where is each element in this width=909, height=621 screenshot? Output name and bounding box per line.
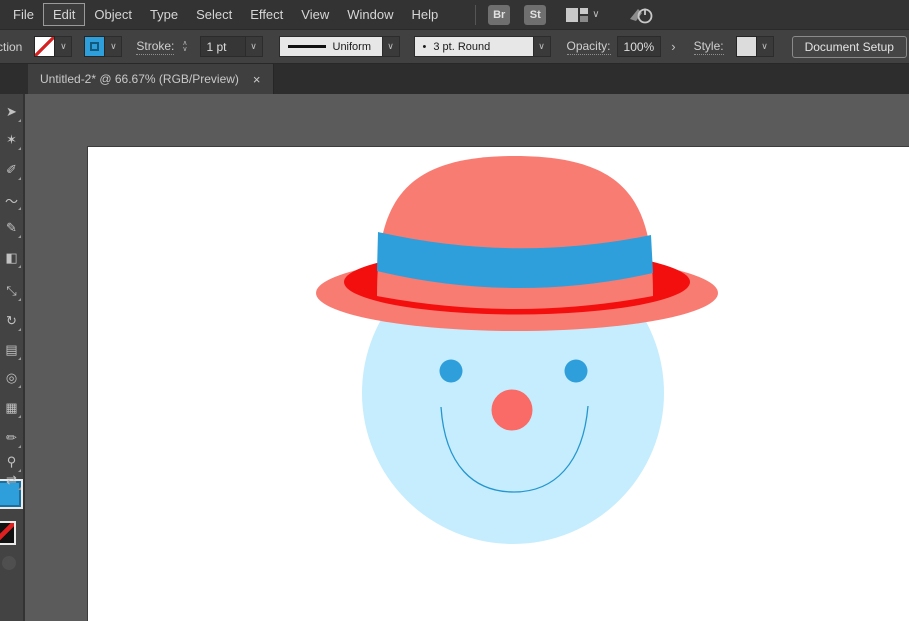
width-profile-dropdown-button[interactable]: ∨ (383, 36, 400, 57)
graphic-style-swatch[interactable] (736, 36, 757, 57)
chevron-down-icon: ∨ (592, 9, 599, 20)
nose[interactable] (492, 390, 533, 431)
swap-fill-stroke-icon[interactable]: ⇄ (0, 468, 23, 492)
fill-color-swatch[interactable] (34, 36, 55, 57)
style-dropdown-button[interactable]: ∨ (757, 36, 774, 57)
artboard[interactable] (88, 147, 909, 621)
menu-item-object[interactable]: Object (85, 4, 141, 25)
menu-separator (475, 5, 476, 25)
stroke-weight-value[interactable]: 1 pt (200, 36, 246, 57)
menu-item-view[interactable]: View (292, 4, 338, 25)
graph-tool[interactable]: ▦ (0, 396, 23, 420)
document-setup-button[interactable]: Document Setup (792, 36, 907, 58)
width-profile-value: Uniform (333, 41, 372, 53)
lasso-tool[interactable]: ✐ (0, 158, 23, 182)
document-tab[interactable]: Untitled-2* @ 66.67% (RGB/Preview) × (28, 64, 274, 94)
gpu-performance-icon[interactable] (628, 5, 654, 25)
paintbrush-tool[interactable]: ✎ (0, 216, 23, 240)
brush-select[interactable]: • 3 pt. Round (414, 36, 534, 57)
scale-tool[interactable]: ⤡ (0, 279, 23, 303)
stepper-down-icon[interactable]: ∨ (182, 47, 187, 53)
tools-panel: ➤✶✐～✎◧⤡↻▤◎▦✏⚲⇄ (0, 94, 25, 621)
gradient-tool[interactable]: ▤ (0, 338, 23, 362)
stroke-preview-line-icon (288, 45, 326, 48)
curvature-tool[interactable]: ～ (0, 188, 23, 212)
stock-icon[interactable]: St (524, 5, 546, 25)
stroke-weight-stepper[interactable]: ∧ ∨ (182, 41, 187, 53)
artwork-canvas[interactable] (88, 147, 909, 621)
bridge-icon[interactable]: Br (488, 5, 510, 25)
document-tab-title: Untitled-2* @ 66.67% (RGB/Preview) (40, 72, 239, 86)
context-label: ction (0, 40, 22, 54)
menu-item-type[interactable]: Type (141, 4, 187, 25)
opacity-value[interactable]: 100% (617, 36, 662, 57)
menu-item-help[interactable]: Help (402, 4, 447, 25)
menu-item-window[interactable]: Window (338, 4, 402, 25)
opacity-label[interactable]: Opacity: (567, 39, 611, 55)
magic-wand-tool[interactable]: ✶ (0, 128, 23, 152)
fill-dropdown-button[interactable]: ∨ (55, 36, 72, 57)
stroke-color-swatch[interactable] (84, 36, 105, 57)
stroke-frame-icon (90, 42, 99, 51)
draw-mode-icon[interactable] (2, 556, 16, 570)
menu-item-file[interactable]: File (4, 4, 43, 25)
workspace: ➤✶✐～✎◧⤡↻▤◎▦✏⚲⇄ (0, 94, 909, 621)
brush-value: 3 pt. Round (433, 41, 490, 53)
stroke-weight-dropdown-button[interactable]: ∨ (246, 36, 263, 57)
opacity-more-button[interactable]: › (667, 39, 679, 54)
rotate-tool[interactable]: ↻ (0, 309, 23, 333)
menu-item-effect[interactable]: Effect (241, 4, 292, 25)
brush-dropdown-button[interactable]: ∨ (534, 36, 551, 57)
stroke-dropdown-button[interactable]: ∨ (105, 36, 122, 57)
eraser-tool[interactable]: ◧ (0, 246, 23, 270)
width-profile-select[interactable]: Uniform (279, 36, 383, 57)
menu-bar: FileEditObjectTypeSelectEffectViewWindow… (0, 0, 909, 30)
pencil-tool[interactable]: ✏ (0, 426, 23, 450)
stroke-weight-label[interactable]: Stroke: (136, 39, 174, 55)
menu-item-select[interactable]: Select (187, 4, 241, 25)
close-icon[interactable]: × (253, 72, 261, 87)
brush-dot-icon: • (423, 41, 427, 53)
shape-builder-tool[interactable]: ◎ (0, 366, 23, 390)
direct-selection-tool[interactable]: ➤ (0, 100, 23, 124)
control-bar: ction ∨ ∨ Stroke: ∧ ∨ 1 pt ∨ Uniform ∨ •… (0, 30, 909, 64)
stroke-swatch-none[interactable] (0, 521, 16, 545)
menu-item-edit[interactable]: Edit (43, 3, 85, 26)
pasteboard[interactable] (25, 94, 909, 621)
style-label[interactable]: Style: (694, 39, 724, 55)
right-eye[interactable] (565, 360, 588, 383)
left-eye[interactable] (440, 360, 463, 383)
document-tab-bar: Untitled-2* @ 66.67% (RGB/Preview) × (0, 64, 909, 94)
workspace-switcher-icon[interactable]: ∨ (566, 8, 599, 22)
